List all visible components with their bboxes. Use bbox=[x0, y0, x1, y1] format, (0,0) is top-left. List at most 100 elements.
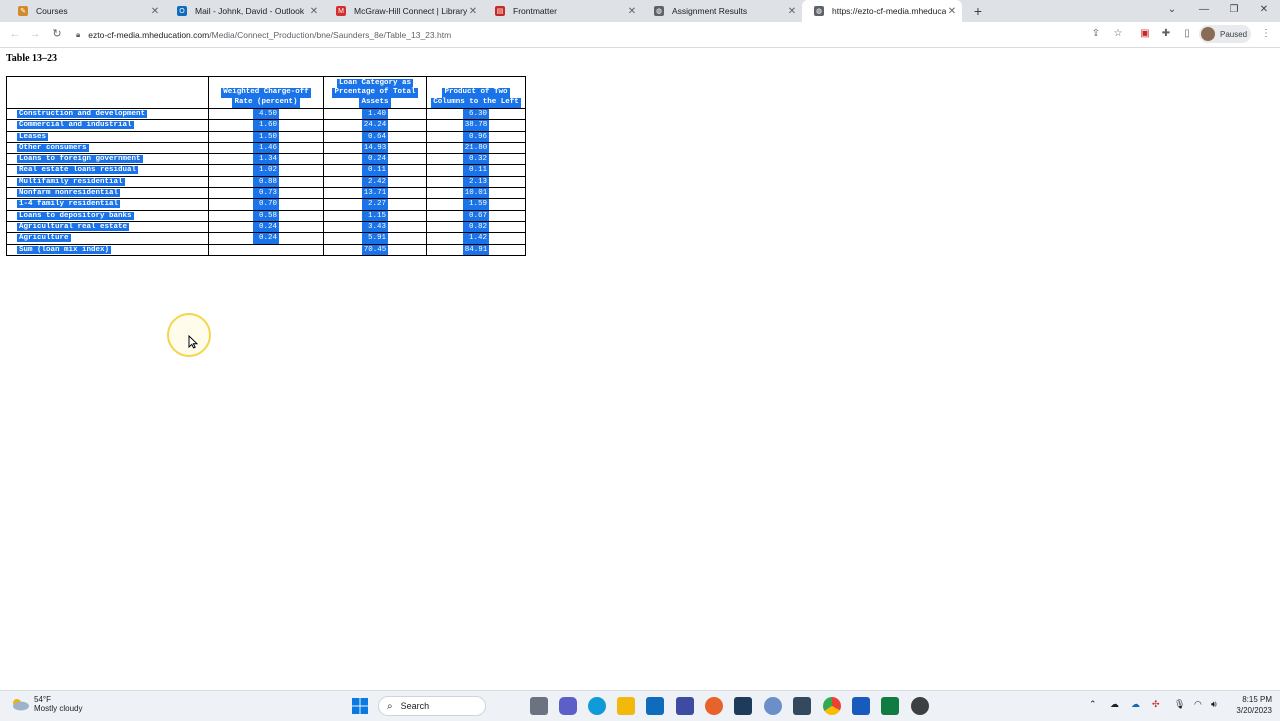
restore-button[interactable]: ❐ bbox=[1219, 0, 1249, 22]
onedrive-business-icon[interactable]: ☁ bbox=[1131, 699, 1140, 710]
table-cell: Loans to foreign government bbox=[6, 153, 209, 166]
media-player-icon[interactable] bbox=[676, 697, 694, 715]
browser-tab[interactable]: ✎ Courses ✕ bbox=[6, 0, 165, 22]
onedrive-cloud-icon[interactable]: ☁ bbox=[1110, 699, 1119, 710]
numeric-value: 0.70 bbox=[253, 199, 279, 210]
taskbar-search-box[interactable]: ⌕ Search bbox=[378, 696, 486, 716]
extensions-puzzle-icon[interactable]: ✚ bbox=[1158, 26, 1174, 42]
browser-tab[interactable]: ◍ https://ezto-cf-media.mheducati ✕ bbox=[802, 0, 962, 22]
table-cell: 0.88 bbox=[208, 175, 324, 189]
task-view-icon[interactable] bbox=[530, 697, 548, 715]
tab-close-icon[interactable]: ✕ bbox=[308, 6, 320, 17]
numeric-value: 1.50 bbox=[253, 131, 279, 142]
microphone-icon[interactable]: 🎙︎ bbox=[1174, 699, 1185, 710]
tab-search-icon[interactable]: ⌄ bbox=[1157, 0, 1187, 22]
table-cell: 70.45 bbox=[323, 243, 427, 256]
numeric-value: 2.13 bbox=[463, 176, 489, 188]
table-row: Sum (loan mix index) 70.45 84.91 bbox=[6, 243, 526, 256]
cloudy-weather-icon bbox=[13, 699, 29, 711]
numeric-value: 24.24 bbox=[361, 120, 389, 131]
browser-tab[interactable]: ◍ Assignment Results ✕ bbox=[642, 0, 802, 22]
browser-tab[interactable]: ▤ Frontmatter ✕ bbox=[483, 0, 642, 22]
table-cell: 6.30 bbox=[426, 107, 526, 121]
tab-title: Assignment Results bbox=[672, 6, 748, 16]
table-cell: 0.96 bbox=[426, 130, 526, 143]
numeric-value: 0.96 bbox=[463, 131, 489, 142]
table-cell: 0.67 bbox=[426, 209, 526, 222]
windows-start-icon[interactable] bbox=[351, 697, 369, 715]
system-clock[interactable]: 8:15 PM 3/20/2023 bbox=[1228, 694, 1272, 716]
column-header-line: Loan Category as bbox=[336, 78, 413, 89]
numeric-value: 0.88 bbox=[253, 176, 279, 188]
table-cell: Multifamily residential bbox=[6, 175, 209, 189]
excel-icon[interactable] bbox=[881, 697, 899, 715]
numeric-value: 1.46 bbox=[253, 142, 279, 154]
table-cell: 0.73 bbox=[208, 187, 324, 200]
zoom-app-icon[interactable] bbox=[793, 697, 811, 715]
minimize-button[interactable]: — bbox=[1189, 0, 1219, 22]
table-cell: Other consumers bbox=[6, 141, 209, 155]
side-panel-icon[interactable]: ▯ bbox=[1179, 26, 1195, 42]
table-cell: 1.34 bbox=[208, 153, 324, 166]
tab-close-icon[interactable]: ✕ bbox=[946, 6, 958, 17]
numeric-value: 0.11 bbox=[362, 165, 388, 176]
loan-category-label: Construction and development bbox=[17, 110, 148, 118]
word-icon[interactable] bbox=[852, 697, 870, 715]
page-title: Table 13–23 bbox=[6, 53, 58, 64]
column-header-line: Weighted Charge-off bbox=[221, 88, 311, 99]
pdf-extension-icon[interactable]: ▣ bbox=[1137, 26, 1153, 42]
menu-kebab-icon[interactable]: ⋮ bbox=[1258, 26, 1274, 42]
profile-button[interactable]: Paused bbox=[1199, 25, 1251, 43]
address-bar[interactable]: 🔒︎ ezto-cf-media.mheducation.com/Media/C… bbox=[76, 26, 451, 43]
firefox-icon[interactable] bbox=[705, 697, 723, 715]
show-hidden-icons-chevron-icon[interactable]: ⌃ bbox=[1089, 699, 1097, 710]
table-row: Loans to depository banks 0.58 1.15 0.67 bbox=[6, 209, 526, 222]
reload-icon[interactable]: ↻ bbox=[48, 25, 66, 43]
share-icon[interactable]: ⇪ bbox=[1088, 26, 1104, 42]
teams-chat-icon[interactable] bbox=[559, 697, 577, 715]
volume-icon[interactable]: 🔊︎ bbox=[1211, 699, 1217, 710]
numeric-value: 4.50 bbox=[253, 109, 279, 120]
tab-close-icon[interactable]: ✕ bbox=[626, 6, 638, 17]
r-app-icon[interactable] bbox=[764, 697, 782, 715]
table-cell: 10.01 bbox=[426, 187, 526, 200]
table-cell: 84.91 bbox=[426, 243, 526, 256]
tab-close-icon[interactable]: ✕ bbox=[149, 6, 161, 17]
forward-arrow-icon[interactable]: → bbox=[26, 25, 44, 43]
weather-widget[interactable]: 54°F Mostly cloudy bbox=[10, 695, 82, 713]
bookmark-star-icon[interactable]: ☆ bbox=[1110, 26, 1126, 42]
file-explorer-icon[interactable] bbox=[617, 697, 635, 715]
table-cell: 14.93 bbox=[323, 141, 427, 155]
column-header: Loan Category as Prcentage of Total Assets bbox=[323, 76, 427, 109]
mail-app-icon[interactable] bbox=[646, 697, 664, 715]
numeric-value: 21.80 bbox=[462, 142, 490, 154]
browser-tab[interactable]: O Mail - Johnk, David - Outlook ✕ bbox=[165, 0, 324, 22]
table-row: Agriculture 0.24 5.91 1.42 bbox=[6, 232, 526, 245]
tab-title: Frontmatter bbox=[513, 6, 557, 16]
browser-tab[interactable]: M McGraw-Hill Connect | Library H ✕ bbox=[324, 0, 483, 22]
edge-browser-icon[interactable] bbox=[588, 697, 606, 715]
new-tab-button[interactable]: + bbox=[970, 2, 986, 20]
wifi-icon[interactable]: ◠ bbox=[1194, 699, 1202, 710]
tab-close-icon[interactable]: ✕ bbox=[786, 6, 798, 17]
table-row: Leases 1.50 0.64 0.96 bbox=[6, 130, 526, 143]
tab-close-icon[interactable]: ✕ bbox=[467, 6, 479, 17]
browser-toolbar: ← → ↻ 🔒︎ ezto-cf-media.mheducation.com/M… bbox=[0, 22, 1280, 48]
loan-category-label: Other consumers bbox=[17, 143, 89, 152]
app-tray-icon[interactable]: ✣ bbox=[1152, 699, 1160, 710]
table-row: 1-4 family residential 0.70 2.27 1.59 bbox=[6, 198, 526, 211]
table-cell: 0.64 bbox=[323, 130, 427, 143]
chrome-icon[interactable] bbox=[823, 697, 841, 715]
screen-recorder-icon[interactable] bbox=[911, 697, 929, 715]
close-window-button[interactable]: ✕ bbox=[1249, 0, 1279, 22]
back-arrow-icon[interactable]: ← bbox=[6, 25, 24, 43]
table-cell: 0.58 bbox=[208, 209, 324, 222]
numeric-value: 0.24 bbox=[362, 154, 388, 165]
table-cell: 0.24 bbox=[323, 153, 427, 166]
security-app-icon[interactable] bbox=[734, 697, 752, 715]
table-row: Agricultural real estate 0.24 3.43 0.82 bbox=[6, 220, 526, 234]
table-cell: 3.43 bbox=[323, 220, 427, 234]
weather-description: Mostly cloudy bbox=[34, 704, 83, 713]
column-header-line: Assets bbox=[359, 98, 391, 108]
tab-title: McGraw-Hill Connect | Library H bbox=[354, 6, 467, 16]
